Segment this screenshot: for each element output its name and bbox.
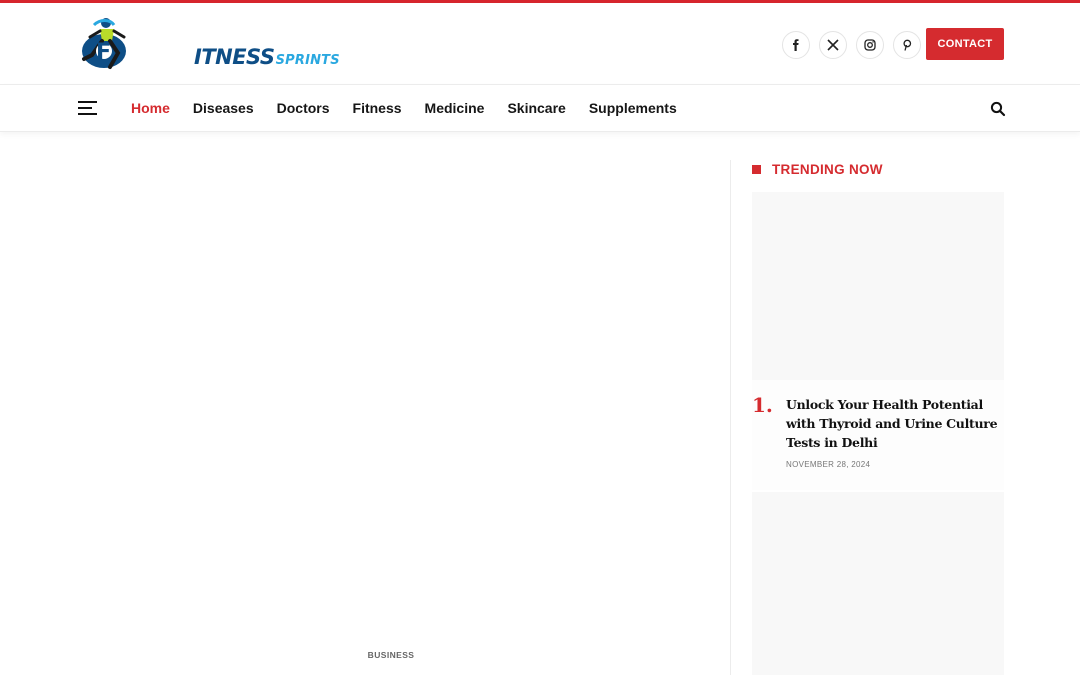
- trending-post-number: 1.: [752, 393, 773, 417]
- nav-menu: Home Diseases Doctors Fitness Medicine S…: [131, 100, 700, 116]
- post-category-label[interactable]: BUSINESS: [360, 650, 422, 660]
- trending-heading: TRENDING NOW: [752, 160, 883, 178]
- facebook-icon[interactable]: [782, 31, 810, 59]
- nav-item-doctors[interactable]: Doctors: [277, 100, 330, 116]
- site-logo[interactable]: F ITNESSSPRINTS: [80, 15, 340, 77]
- site-header: F ITNESSSPRINTS CONTACT: [0, 3, 1080, 84]
- trending-post-title[interactable]: Unlock Your Health Potential with Thyroi…: [786, 395, 1002, 452]
- contact-button[interactable]: CONTACT: [926, 28, 1004, 60]
- x-icon[interactable]: [819, 31, 847, 59]
- heading-square-icon: [752, 164, 761, 174]
- trending-post-image[interactable]: [752, 192, 1004, 380]
- main-navigation: Home Diseases Doctors Fitness Medicine S…: [0, 84, 1080, 132]
- trending-title: TRENDING NOW: [772, 161, 883, 177]
- nav-item-supplements[interactable]: Supplements: [589, 100, 677, 116]
- nav-item-home[interactable]: Home: [131, 100, 170, 116]
- trending-post-date: NOVEMBER 28, 2024: [786, 460, 871, 469]
- nav-item-medicine[interactable]: Medicine: [425, 100, 485, 116]
- trending-post-image-2[interactable]: [752, 492, 1004, 675]
- nav-item-diseases[interactable]: Diseases: [193, 100, 254, 116]
- instagram-icon[interactable]: [856, 31, 884, 59]
- logo-main-text: ITNESS: [194, 45, 275, 69]
- nav-item-fitness[interactable]: Fitness: [353, 100, 402, 116]
- sidebar-divider: [730, 160, 731, 675]
- search-icon[interactable]: [990, 101, 1006, 117]
- logo-wordmark: ITNESSSPRINTS: [194, 45, 340, 69]
- runner-logo-icon: F: [82, 18, 126, 69]
- social-links: [782, 31, 921, 59]
- pinterest-icon[interactable]: [893, 31, 921, 59]
- svg-text:F: F: [96, 40, 111, 65]
- nav-item-skincare[interactable]: Skincare: [507, 100, 565, 116]
- logo-sub-text: SPRINTS: [275, 53, 340, 68]
- menu-hamburger-icon[interactable]: [78, 101, 97, 115]
